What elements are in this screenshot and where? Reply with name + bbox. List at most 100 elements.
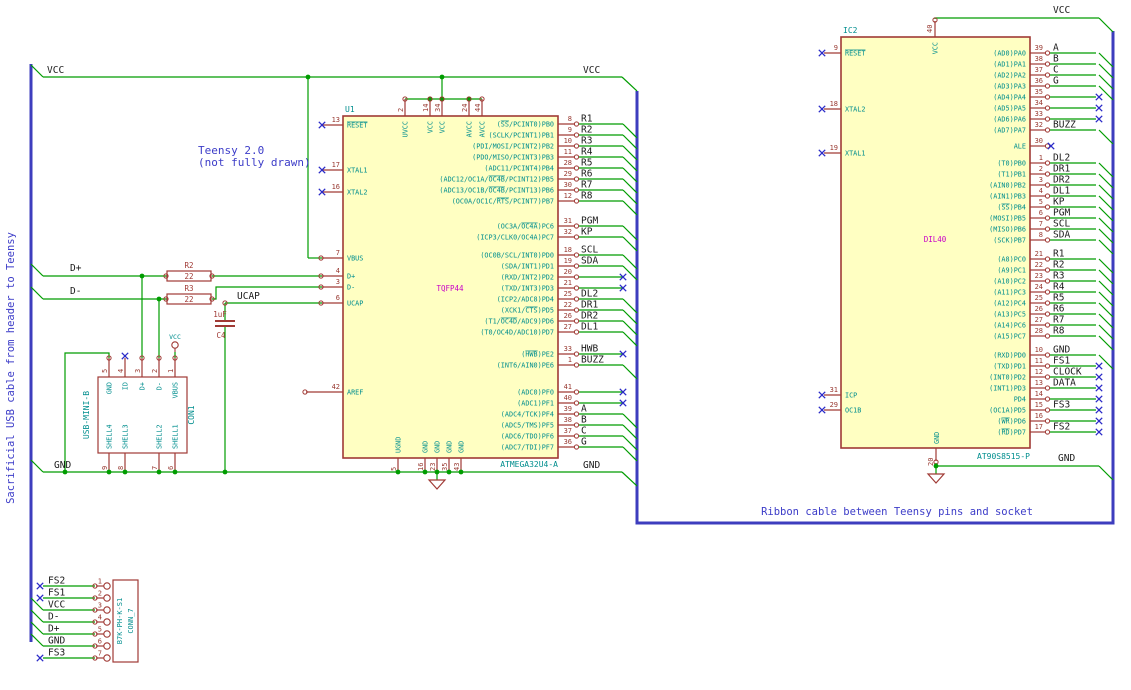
pin-name: (AD4)PA4 <box>993 94 1026 102</box>
pin-name: (AD6)PA6 <box>993 116 1026 124</box>
pin-number: 32 <box>1035 121 1043 129</box>
pin-end-circle <box>1044 396 1051 402</box>
net-label: DL2 <box>1053 153 1070 164</box>
pin-name: (AD7)PA7 <box>993 127 1026 135</box>
net-label: DR1 <box>581 300 598 311</box>
net-label: D+ <box>48 624 60 635</box>
junction-dot <box>139 273 145 279</box>
net-label: R1 <box>1053 249 1065 260</box>
pin-number: 9 <box>568 126 572 134</box>
pin-number: 1 <box>167 369 175 373</box>
bus-entry <box>622 156 638 172</box>
pin-name: (ADC4/TCK)PF4 <box>501 411 554 419</box>
net-label: KP <box>1053 197 1065 208</box>
pin-name: (ADC0)PF0 <box>517 389 554 397</box>
pin-number: 27 <box>1035 316 1043 324</box>
pin-number: 8 <box>117 466 125 470</box>
pin-name: (OC0B/SCL/INT0)PD0 <box>480 252 554 260</box>
bus-entry <box>622 446 638 462</box>
con1-reference: CON1 <box>187 405 196 424</box>
dminus-wire <box>212 286 322 300</box>
pin-number: 14 <box>422 104 430 112</box>
pin-end-circle <box>1044 267 1051 273</box>
pin-number: 22 <box>1035 261 1043 269</box>
pin-number: 38 <box>564 416 572 424</box>
pin-number: 31 <box>830 386 838 394</box>
bus-entry <box>622 254 638 270</box>
pin-end-circle <box>573 433 580 439</box>
pin-number: 29 <box>830 401 838 409</box>
pin-name: (ICP3/CLK0/OC4A)PC7 <box>476 234 554 242</box>
bus-entry <box>622 364 638 380</box>
pin-number: 13 <box>1035 379 1043 387</box>
pin-end-circle <box>1044 215 1051 221</box>
pin-end-circle <box>1044 83 1051 89</box>
pin-end-circle <box>1044 204 1051 210</box>
pin-end-circle <box>1044 50 1051 56</box>
net-label: DR1 <box>1053 164 1070 175</box>
net-label: DL1 <box>581 322 598 333</box>
pin-number: 6 <box>98 638 102 646</box>
pin-end-circle <box>573 121 580 127</box>
vcc-symbol-label: VCC <box>169 333 181 341</box>
pin-number: 21 <box>564 279 572 287</box>
pin-number: 4 <box>336 267 340 275</box>
pin-name: VCC <box>932 42 940 54</box>
net-label-gnd: GND <box>583 460 600 471</box>
net-label: GND <box>1053 345 1070 356</box>
pin-name: (AD1)PA1 <box>993 61 1026 69</box>
pin-end-circle <box>1044 385 1051 391</box>
conn7-pad <box>103 582 111 590</box>
pin-name: SHELL2 <box>156 424 164 449</box>
bus-entry <box>1098 335 1114 351</box>
pin-number: 12 <box>1035 368 1043 376</box>
pin-name: XTAL2 <box>845 106 865 114</box>
net-label: FS3 <box>48 648 65 659</box>
ic2-reference: IC2 <box>843 26 858 35</box>
bus-entry <box>1098 354 1114 370</box>
pin-name: GND <box>446 441 454 453</box>
pin-name: ALE <box>1014 143 1026 151</box>
pin-end-circle <box>573 274 580 280</box>
pin-number: 32 <box>564 228 572 236</box>
conn7-pad <box>103 606 111 614</box>
pin-name: (PDO/MISO/PCINT3)PB3 <box>472 154 554 162</box>
bus-entry <box>1098 184 1114 200</box>
pin-number: 10 <box>1035 346 1043 354</box>
pin-number: 36 <box>564 438 572 446</box>
pin-number: 37 <box>564 427 572 435</box>
net-label: R5 <box>581 158 592 169</box>
pin-end-circle <box>573 422 580 428</box>
net-label: R2 <box>1053 260 1064 271</box>
pin-end-circle <box>1044 278 1051 284</box>
junction-dot <box>458 469 464 475</box>
net-label: B <box>581 415 587 426</box>
net-label-d: D- <box>70 286 81 297</box>
pin-name: AVCC <box>466 121 474 137</box>
pin-end-circle <box>1044 160 1051 166</box>
pin-number: 11 <box>564 148 572 156</box>
pin-name: (A9)PC1 <box>997 267 1026 275</box>
pin-name: D+ <box>139 382 147 390</box>
pin-name: GND <box>458 441 466 453</box>
pin-number: 17 <box>332 161 340 169</box>
capacitor-reference: C4 <box>216 331 226 340</box>
pin-number: 3 <box>336 278 340 286</box>
pin-number: 25 <box>564 290 572 298</box>
pin-name: (TXD/INT3)PD3 <box>501 285 554 293</box>
pin-name: D- <box>347 284 355 292</box>
pin-name: RESET <box>347 122 367 130</box>
pin-end-circle <box>573 165 580 171</box>
pin-number: 1 <box>1039 154 1043 162</box>
pin-number: 9 <box>101 466 109 470</box>
pin-number: 5 <box>1039 198 1043 206</box>
pin-name: SHELL4 <box>106 424 114 449</box>
net-label: VCC <box>48 600 65 611</box>
pin-number: 24 <box>461 104 469 112</box>
bus-entry <box>622 424 638 440</box>
pin-name: (ADC6/TDO)PF6 <box>501 433 554 441</box>
pin-name: (MISO)PB6 <box>989 226 1026 234</box>
pin-name: PD4 <box>1014 396 1026 404</box>
bus-entry <box>622 145 638 161</box>
pin-name: (OC0A/OC1C/RTS/PCINT7)PB7 <box>452 198 554 206</box>
